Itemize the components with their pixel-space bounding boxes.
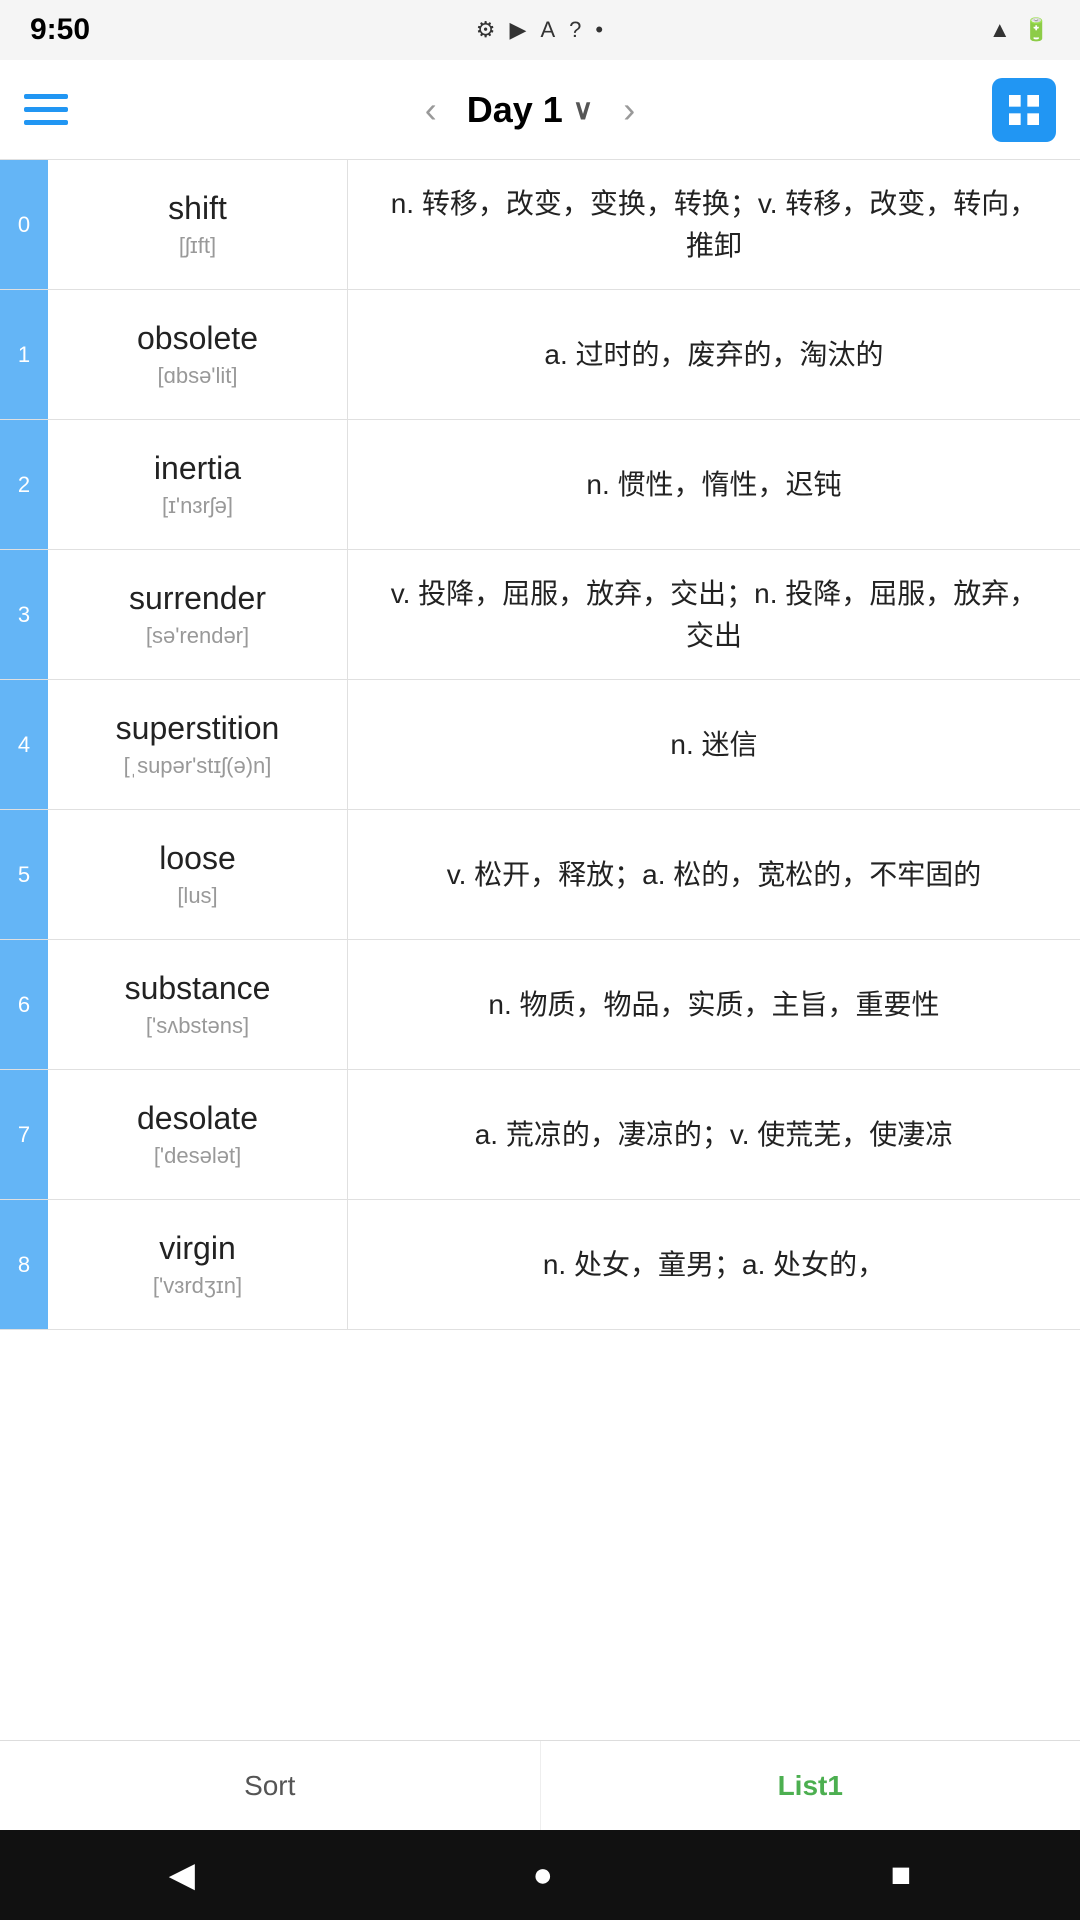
word-definition: a. 荒凉的，凄凉的；v. 使荒芜，使凄凉 <box>348 1070 1080 1199</box>
word-cell: inertia [ɪ'nɜrʃə] <box>48 420 348 549</box>
word-index: 1 <box>0 290 48 419</box>
list1-tab-label: List1 <box>778 1770 843 1802</box>
table-row[interactable]: 7 desolate ['desələt] a. 荒凉的，凄凉的；v. 使荒芜，使凄凉 <box>0 1070 1080 1200</box>
table-row[interactable]: 8 virgin ['vɜrdʒɪn] n. 处女，童男；a. 处女的， <box>0 1200 1080 1330</box>
gear-icon: ⚙ <box>476 17 496 43</box>
word-definition: v. 松开，释放；a. 松的，宽松的，不牢固的 <box>348 810 1080 939</box>
list1-tab[interactable]: List1 <box>541 1741 1080 1830</box>
day-title-text: Day 1 <box>467 89 563 131</box>
hamburger-menu-button[interactable] <box>24 94 68 125</box>
word-definition: n. 物质，物品，实质，主旨，重要性 <box>348 940 1080 1069</box>
word-text: desolate <box>137 1100 258 1137</box>
word-text: shift <box>168 190 227 227</box>
word-list: 0 shift [ʃɪft] n. 转移，改变，变换，转换；v. 转移，改变，转向，推… <box>0 160 1080 1740</box>
prev-day-button[interactable]: ‹ <box>425 89 437 131</box>
sort-tab[interactable]: Sort <box>0 1741 541 1830</box>
word-text: inertia <box>154 450 241 487</box>
word-cell: virgin ['vɜrdʒɪn] <box>48 1200 348 1329</box>
word-cell: loose [lus] <box>48 810 348 939</box>
word-definition: n. 转移，改变，变换，转换；v. 转移，改变，转向，推卸 <box>348 160 1080 289</box>
word-index: 8 <box>0 1200 48 1329</box>
word-index: 4 <box>0 680 48 809</box>
word-definition: n. 处女，童男；a. 处女的， <box>348 1200 1080 1329</box>
word-definition: n. 迷信 <box>348 680 1080 809</box>
word-phonetic: [ɪ'nɜrʃə] <box>162 493 233 519</box>
word-phonetic: [lus] <box>177 883 217 909</box>
home-button[interactable]: ● <box>533 1856 554 1895</box>
dot-icon: • <box>595 17 603 43</box>
toolbar-right <box>992 78 1056 142</box>
table-row[interactable]: 4 superstition [ˌsupər'stɪʃ(ə)n] n. 迷信 <box>0 680 1080 810</box>
word-phonetic: [sə'rendər] <box>146 623 249 649</box>
word-cell: superstition [ˌsupər'stɪʃ(ə)n] <box>48 680 348 809</box>
word-phonetic: ['vɜrdʒɪn] <box>153 1273 242 1299</box>
table-row[interactable]: 2 inertia [ɪ'nɜrʃə] n. 惯性，惰性，迟钝 <box>0 420 1080 550</box>
next-day-button[interactable]: › <box>623 89 635 131</box>
font-icon: A <box>540 17 555 43</box>
word-text: loose <box>159 840 236 877</box>
back-button[interactable]: ◀ <box>169 1855 195 1895</box>
battery-icon: 🔋 <box>1023 17 1050 43</box>
word-cell: surrender [sə'rendər] <box>48 550 348 679</box>
status-right: ▲ 🔋 <box>989 17 1050 43</box>
word-index: 5 <box>0 810 48 939</box>
table-row[interactable]: 1 obsolete [ɑbsə'lit] a. 过时的，废弃的，淘汰的 <box>0 290 1080 420</box>
word-phonetic: ['desələt] <box>154 1143 241 1169</box>
day-title-button[interactable]: Day 1 ∨ <box>467 89 594 131</box>
status-icons: ⚙ ▶ A ? • <box>476 17 603 43</box>
question-icon: ? <box>569 17 581 43</box>
table-row[interactable]: 5 loose [lus] v. 松开，释放；a. 松的，宽松的，不牢固的 <box>0 810 1080 940</box>
word-text: surrender <box>129 580 266 617</box>
word-index: 2 <box>0 420 48 549</box>
word-definition: v. 投降，屈服，放弃，交出；n. 投降，屈服，放弃，交出 <box>348 550 1080 679</box>
android-nav-bar: ◀ ● ■ <box>0 1830 1080 1920</box>
word-phonetic: [ˌsupər'stɪʃ(ə)n] <box>124 753 272 779</box>
word-text: substance <box>125 970 271 1007</box>
word-cell: obsolete [ɑbsə'lit] <box>48 290 348 419</box>
table-row[interactable]: 3 surrender [sə'rendər] v. 投降，屈服，放弃，交出；n. 投… <box>0 550 1080 680</box>
word-phonetic: [ʃɪft] <box>179 233 216 259</box>
toolbar: ‹ Day 1 ∨ › <box>0 60 1080 160</box>
word-phonetic: ['sʌbstəns] <box>146 1013 249 1039</box>
home-icon: ● <box>533 1856 554 1895</box>
word-index: 3 <box>0 550 48 679</box>
word-text: virgin <box>159 1230 235 1267</box>
recents-button[interactable]: ■ <box>891 1856 912 1895</box>
grid-icon <box>1004 90 1044 130</box>
word-text: superstition <box>116 710 280 747</box>
word-definition: n. 惯性，惰性，迟钝 <box>348 420 1080 549</box>
word-index: 6 <box>0 940 48 1069</box>
back-icon: ◀ <box>169 1855 195 1895</box>
word-text: obsolete <box>137 320 258 357</box>
status-bar: 9:50 ⚙ ▶ A ? • ▲ 🔋 <box>0 0 1080 60</box>
toolbar-left <box>24 94 68 125</box>
word-cell: substance ['sʌbstəns] <box>48 940 348 1069</box>
status-time: 9:50 <box>30 13 90 47</box>
play-icon: ▶ <box>510 17 527 43</box>
word-phonetic: [ɑbsə'lit] <box>157 363 237 389</box>
word-cell: desolate ['desələt] <box>48 1070 348 1199</box>
signal-icon: ▲ <box>989 17 1011 43</box>
toolbar-center: ‹ Day 1 ∨ › <box>425 89 636 131</box>
chevron-down-icon: ∨ <box>573 93 594 126</box>
table-row[interactable]: 0 shift [ʃɪft] n. 转移，改变，变换，转换；v. 转移，改变，转向，推… <box>0 160 1080 290</box>
bottom-bar: Sort List1 <box>0 1740 1080 1830</box>
grid-view-button[interactable] <box>992 78 1056 142</box>
table-row[interactable]: 6 substance ['sʌbstəns] n. 物质，物品，实质，主旨，重要性 <box>0 940 1080 1070</box>
sort-tab-label: Sort <box>244 1770 295 1802</box>
word-definition: a. 过时的，废弃的，淘汰的 <box>348 290 1080 419</box>
word-index: 7 <box>0 1070 48 1199</box>
word-cell: shift [ʃɪft] <box>48 160 348 289</box>
recents-icon: ■ <box>891 1856 912 1895</box>
word-index: 0 <box>0 160 48 289</box>
